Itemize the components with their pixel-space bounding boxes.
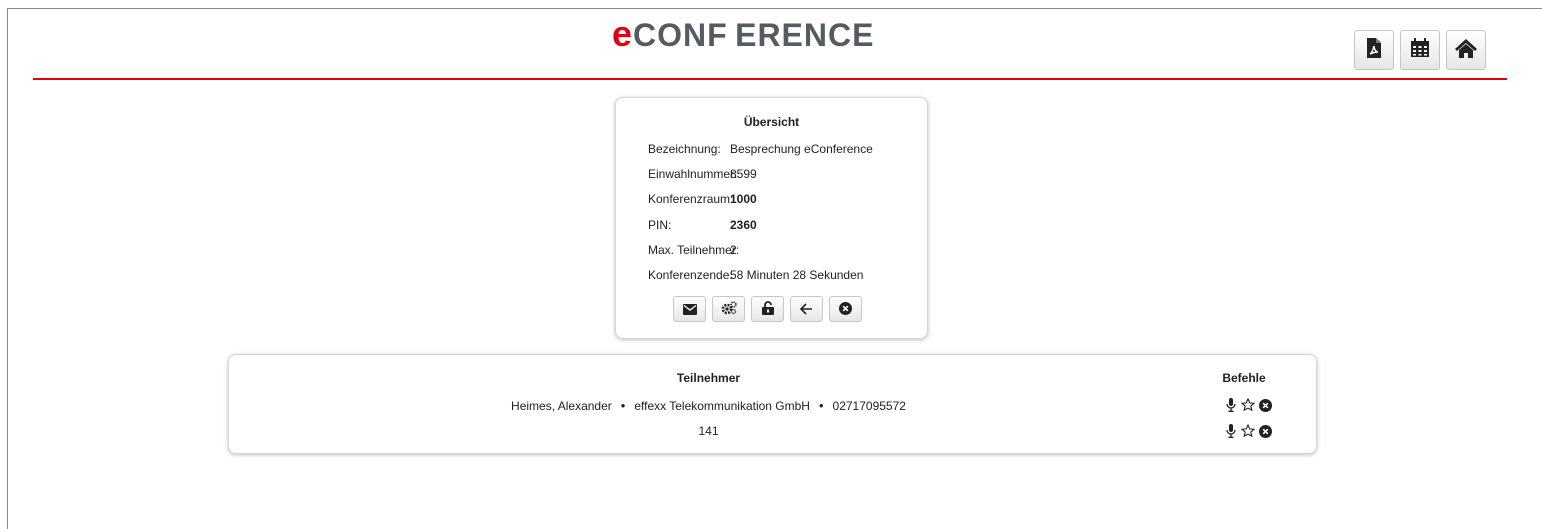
overview-label: Konferenzende:	[648, 268, 733, 282]
separator-dot: •	[818, 398, 824, 413]
participant-commands	[1224, 398, 1272, 412]
overview-label: Bezeichnung:	[648, 142, 721, 156]
overview-title: Übersicht	[743, 115, 800, 129]
participants-title: Teilnehmer	[676, 371, 741, 385]
settings-button[interactable]	[712, 296, 745, 322]
overview-row-dial-in: Einwahlnummer: 8599	[648, 167, 757, 181]
overview-row-max-participants: Max. Teilnehmer: 2	[648, 243, 740, 257]
close-circle-icon[interactable]	[1258, 424, 1272, 438]
calendar-button[interactable]	[1400, 30, 1440, 70]
home-icon	[1454, 38, 1478, 62]
star-outline-icon[interactable]	[1241, 424, 1255, 438]
unlock-button[interactable]	[751, 296, 784, 322]
participant-company: effexx Telekommunikation GmbH	[634, 399, 810, 413]
overview-value: 2360	[730, 218, 757, 232]
pdf-icon	[1365, 37, 1383, 63]
end-conference-button[interactable]	[829, 296, 862, 322]
participant-row: Heimes, Alexander • effexx Telekommunikati…	[229, 398, 1188, 413]
overview-value: Besprechung eConference	[730, 142, 873, 156]
header-toolbar	[1354, 30, 1486, 70]
logo-text: CONF ERENCE	[633, 17, 875, 53]
participants-panel: Teilnehmer Befehle Heimes, Alexander • eff…	[228, 354, 1317, 454]
participant-commands	[1224, 424, 1272, 438]
back-button[interactable]	[790, 296, 823, 322]
overview-label: Einwahlnummer:	[648, 167, 738, 181]
close-circle-icon[interactable]	[1258, 398, 1272, 412]
overview-row-pin: PIN: 2360	[648, 218, 757, 232]
microphone-icon[interactable]	[1224, 398, 1238, 412]
calendar-icon	[1410, 38, 1430, 62]
logo-e: e	[612, 13, 634, 54]
send-email-button[interactable]	[673, 296, 706, 322]
overview-row-conference-end: Konferenzende: 58 Minuten 28 Sekunden	[648, 268, 863, 282]
participant-number: 02717095572	[832, 399, 906, 413]
overview-label: Konferenzraum:	[648, 192, 734, 206]
separator-dot: •	[620, 398, 626, 413]
overview-value: 1000	[730, 192, 757, 206]
arrow-left-icon	[799, 300, 813, 319]
unlock-icon	[761, 300, 774, 319]
overview-row-room: Konferenzraum: 1000	[648, 192, 757, 206]
overview-row-designation: Bezeichnung: Besprechung eConference	[648, 142, 873, 156]
gears-icon	[721, 300, 737, 319]
pdf-button[interactable]	[1354, 30, 1394, 70]
overview-actions	[673, 296, 862, 322]
overview-panel: Übersicht Bezeichnung: Besprechung eConf…	[615, 97, 928, 339]
header-divider	[33, 78, 1507, 80]
home-button[interactable]	[1446, 30, 1486, 70]
window-border-left	[7, 8, 8, 529]
overview-value: 2	[730, 243, 737, 257]
envelope-icon	[682, 300, 697, 319]
participant-name: Heimes, Alexander	[511, 399, 612, 413]
microphone-icon[interactable]	[1224, 424, 1238, 438]
overview-value: 8599	[730, 167, 757, 181]
commands-title: Befehle	[1222, 371, 1266, 385]
overview-label: Max. Teilnehmer:	[648, 243, 740, 257]
close-circle-icon	[839, 300, 852, 319]
star-outline-icon[interactable]	[1241, 398, 1255, 412]
overview-value: 58 Minuten 28 Sekunden	[730, 268, 864, 282]
participant-row: 141	[229, 424, 1188, 438]
overview-label: PIN:	[648, 218, 672, 232]
participant-name: 141	[698, 424, 719, 438]
econference-logo: eCONF ERENCE	[612, 13, 873, 54]
